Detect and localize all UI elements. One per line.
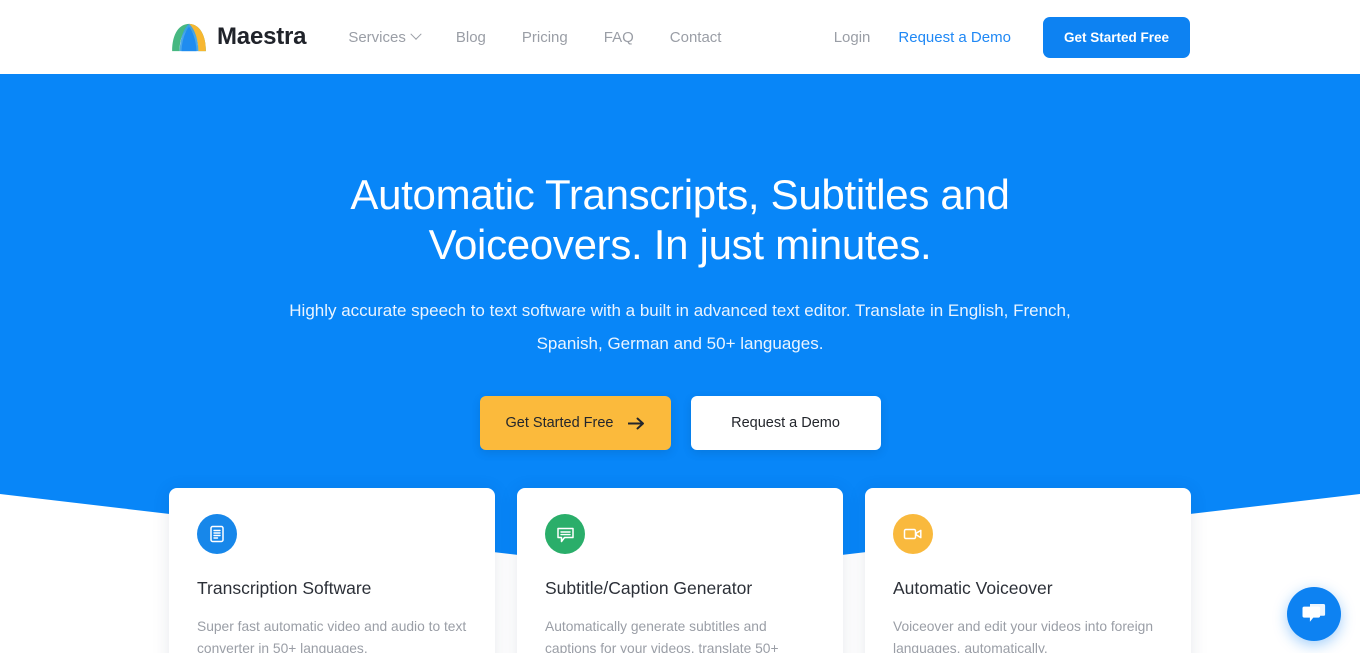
feature-card-title: Subtitle/Caption Generator [545, 578, 753, 598]
caption-bubble-icon-glyph [556, 527, 574, 542]
chat-bubbles-icon [1302, 604, 1326, 622]
nav-label: Contact [669, 28, 722, 46]
nav-label: FAQ [603, 28, 634, 46]
document-icon [197, 514, 237, 554]
brand-name: Maestra [217, 23, 307, 50]
hero-primary-cta-label: Get Started Free [505, 415, 614, 431]
login-link[interactable]: Login [820, 23, 885, 52]
feature-card-row: Transcription Software Super fast automa… [0, 488, 1360, 653]
site-header: Maestra Services Blog Pricing FAQ Contac… [0, 0, 1360, 74]
document-icon-glyph [210, 525, 224, 543]
video-camera-icon [893, 514, 933, 554]
hero-request-demo-button[interactable]: Request a Demo [690, 396, 881, 450]
nav-item-faq[interactable]: FAQ [586, 23, 652, 52]
feature-card-title: Automatic Voiceover [893, 578, 1053, 598]
main-navigation: Services Blog Pricing FAQ Contact [330, 23, 739, 52]
chevron-down-icon [410, 28, 422, 40]
brand-logo[interactable]: Maestra [170, 22, 307, 52]
nav-item-contact[interactable]: Contact [652, 23, 740, 52]
nav-item-blog[interactable]: Blog [438, 23, 504, 52]
feature-card-title: Transcription Software [197, 578, 372, 598]
feature-card-description: Voiceover and edit your videos into fore… [893, 619, 1154, 653]
arrow-right-icon [627, 417, 644, 429]
header-actions: Login Request a Demo Get Started Free [820, 16, 1190, 58]
hero-subtitle: Highly accurate speech to text software … [289, 301, 1071, 353]
hero-get-started-button[interactable]: Get Started Free [479, 396, 671, 450]
caption-bubble-icon [545, 514, 585, 554]
hero-content: Automatic Transcripts, Subtitles and Voi… [0, 74, 1360, 450]
header-get-started-button[interactable]: Get Started Free [1042, 16, 1190, 58]
nav-item-services[interactable]: Services [330, 23, 438, 52]
nav-label: Services [348, 28, 406, 46]
landing-page: Maestra Services Blog Pricing FAQ Contac… [0, 0, 1360, 653]
request-demo-link[interactable]: Request a Demo [884, 23, 1025, 52]
feature-card-description: Super fast automatic video and audio to … [197, 619, 467, 653]
feature-card[interactable]: Transcription Software Super fast automa… [169, 488, 495, 653]
feature-card[interactable]: Subtitle/Caption Generator Automatically… [517, 488, 843, 653]
nav-label: Pricing [521, 28, 568, 46]
hero-cta-group: Get Started Free Request a Demo [0, 396, 1360, 450]
hero-title: Automatic Transcripts, Subtitles and Voi… [350, 171, 1010, 268]
video-camera-icon-glyph [903, 528, 922, 540]
feature-card[interactable]: Automatic Voiceover Voiceover and edit y… [865, 488, 1191, 653]
chat-widget-button[interactable] [1287, 587, 1341, 641]
nav-label: Blog [455, 28, 486, 46]
maestra-logo-icon [172, 23, 206, 52]
feature-card-description: Automatically generate subtitles and cap… [545, 619, 779, 653]
nav-item-pricing[interactable]: Pricing [504, 23, 586, 52]
